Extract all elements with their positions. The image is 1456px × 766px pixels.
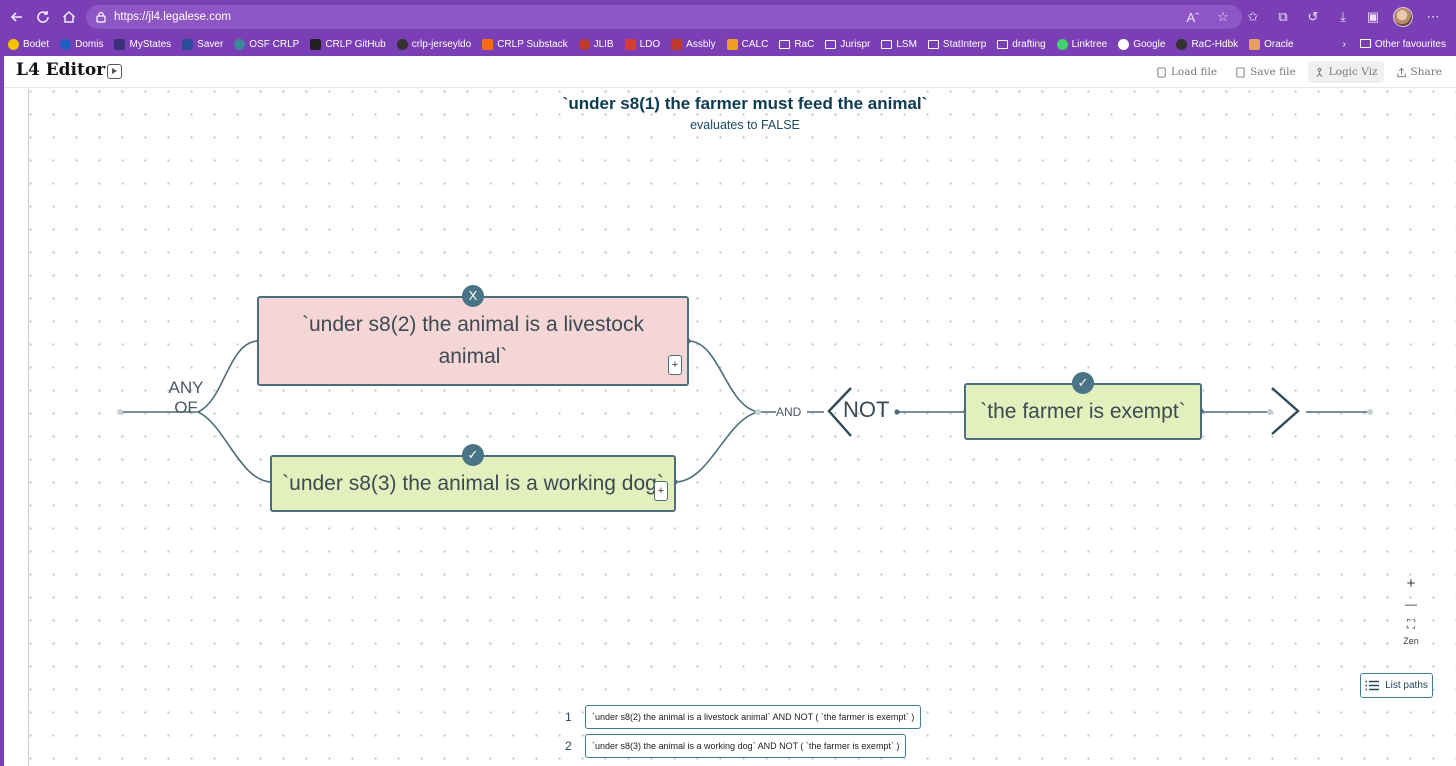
any-of-operator: ANY OF (168, 378, 204, 417)
path-number: 1 (565, 710, 572, 724)
zoom-out-icon[interactable]: — (1405, 596, 1417, 612)
check-badge-icon: ✓ (462, 444, 484, 466)
false-badge-icon: X (462, 285, 484, 307)
list-paths-button[interactable]: List paths (1360, 673, 1433, 698)
node-label: `under s8(2) the animal is a livestock a… (302, 313, 644, 368)
path-expression[interactable]: `under s8(3) the animal is a working dog… (585, 734, 907, 758)
not-operator: NOT (843, 397, 890, 422)
expand-button[interactable]: + (668, 355, 682, 375)
path-row: 1 `under s8(2) the animal is a livestock… (565, 705, 922, 729)
node-label: `under s8(3) the animal is a working dog… (282, 471, 664, 495)
node-label: `the farmer is exempt` (980, 399, 1186, 423)
node-working-dog[interactable]: `under s8(3) the animal is a working dog… (270, 444, 676, 512)
path-row: 2 `under s8(3) the animal is a working d… (565, 734, 907, 758)
and-operator: AND (776, 405, 802, 419)
check-badge-icon: ✓ (1072, 372, 1094, 394)
path-number: 2 (565, 739, 572, 753)
zoom-controls: + — ⛶ Zen (1401, 576, 1421, 647)
path-expression[interactable]: `under s8(2) the animal is a livestock a… (585, 705, 922, 729)
logic-edges (117, 338, 1373, 485)
node-livestock[interactable]: `under s8(2) the animal is a livestock a… (257, 285, 689, 386)
list-icon (1365, 680, 1380, 691)
zen-button[interactable]: Zen (1403, 636, 1419, 646)
fit-view-icon[interactable]: ⛶ (1407, 616, 1415, 632)
zoom-in-icon[interactable]: + (1407, 576, 1416, 592)
expand-button[interactable]: + (654, 481, 668, 501)
node-farmer-exempt[interactable]: `the farmer is exempt` ✓ (964, 372, 1202, 440)
